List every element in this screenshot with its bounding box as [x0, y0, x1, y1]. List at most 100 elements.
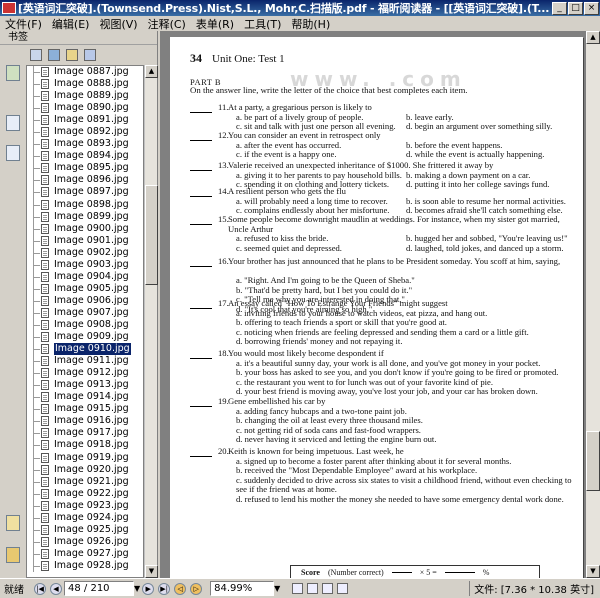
instructions: On the answer line, write the letter of … — [190, 85, 468, 95]
forward-icon[interactable]: ▷ — [190, 582, 203, 595]
scroll-down-arrow-icon[interactable]: ▼ — [145, 565, 158, 578]
question: 18. You would most likely become desponde… — [190, 348, 575, 396]
pages-tab-icon[interactable] — [6, 115, 20, 131]
scroll-up-arrow-icon[interactable]: ▲ — [145, 65, 158, 78]
bookmark-item[interactable]: Image 0923.jpg — [27, 499, 143, 512]
doc-scroll-down-icon[interactable]: ▼ — [586, 565, 600, 578]
bookmark-item[interactable]: Image 0904.jpg — [27, 270, 143, 283]
bookmark-label: Image 0926.jpg — [54, 535, 129, 547]
bookmark-item[interactable]: Image 0922.jpg — [27, 487, 143, 500]
bookmark-item[interactable]: Image 0897.jpg — [27, 186, 143, 199]
bookmark-item[interactable]: Image 0909.jpg — [27, 331, 143, 344]
bookmark-item[interactable]: Image 0913.jpg — [27, 379, 143, 392]
bookmark-label: Image 0909.jpg — [54, 331, 129, 343]
menu-item[interactable]: 编辑(E) — [47, 16, 95, 32]
expand-icon[interactable] — [30, 49, 42, 61]
bookmark-item[interactable]: Image 0925.jpg — [27, 523, 143, 536]
continuous-facing-icon[interactable] — [337, 583, 349, 594]
bookmark-item[interactable]: Image 0890.jpg — [27, 102, 143, 115]
first-page-icon[interactable]: |◀ — [34, 582, 46, 595]
single-page-icon[interactable] — [292, 583, 304, 594]
properties-icon[interactable] — [84, 49, 96, 61]
page-icon — [41, 127, 49, 138]
bookmark-item[interactable]: Image 0928.jpg — [27, 559, 143, 572]
close-button[interactable]: × — [584, 1, 599, 15]
doc-scroll-up-icon[interactable]: ▲ — [586, 31, 600, 44]
maximize-button[interactable]: □ — [568, 1, 583, 15]
menu-item[interactable]: 帮助(H) — [286, 16, 335, 32]
layers-tab-icon[interactable] — [6, 145, 20, 161]
bookmark-item[interactable]: Image 0905.jpg — [27, 282, 143, 295]
next-page-icon[interactable]: ▶ — [142, 582, 155, 595]
bookmark-item[interactable]: Image 0921.jpg — [27, 475, 143, 488]
new-bookmark-icon[interactable] — [66, 49, 78, 61]
bookmark-item[interactable]: Image 0919.jpg — [27, 451, 143, 464]
bookmark-item[interactable]: Image 0893.jpg — [27, 138, 143, 151]
bookmark-item[interactable]: Image 0916.jpg — [27, 415, 143, 428]
bookmark-item[interactable]: Image 0889.jpg — [27, 90, 143, 103]
bookmark-item[interactable]: Image 0888.jpg — [27, 78, 143, 91]
bookmark-item[interactable]: Image 0908.jpg — [27, 318, 143, 332]
last-page-icon[interactable]: ▶| — [158, 582, 171, 595]
bookmark-item[interactable]: Image 0899.jpg — [27, 210, 143, 223]
bookmark-item[interactable]: Image 0915.jpg — [27, 403, 143, 416]
page-number-field[interactable]: 48 / 210 — [64, 581, 134, 596]
facing-icon[interactable] — [322, 583, 334, 594]
answer-line — [190, 307, 212, 309]
bookmark-item[interactable]: Image 0896.jpg — [27, 174, 143, 187]
bookmark-item[interactable]: Image 0927.jpg — [27, 547, 143, 560]
bookmark-scrollbar[interactable]: ▲ ▼ — [144, 65, 158, 578]
minimize-button[interactable]: _ — [552, 1, 567, 15]
document-scrollbar[interactable]: ▲ ▼ — [586, 31, 600, 578]
bookmark-item[interactable]: Image 0902.jpg — [27, 246, 143, 259]
menu-item[interactable]: 注释(C) — [143, 16, 191, 32]
bookmark-item[interactable]: Image 0895.jpg — [27, 162, 143, 175]
page-dropdown-icon[interactable]: ▼ — [134, 584, 140, 593]
menu-item[interactable]: 视图(V) — [94, 16, 142, 32]
comments-tab-icon[interactable] — [6, 515, 20, 531]
prev-page-icon[interactable]: ◀ — [50, 582, 62, 595]
percent-blank — [444, 571, 475, 573]
bookmark-item[interactable]: Image 0920.jpg — [27, 463, 143, 476]
bookmark-item[interactable]: Image 0891.jpg — [27, 114, 143, 127]
bookmark-item[interactable]: Image 0907.jpg — [27, 306, 143, 319]
bookmark-item[interactable]: Image 0900.jpg — [27, 222, 143, 235]
scroll-thumb[interactable] — [145, 185, 158, 285]
bookmark-item[interactable]: Image 0898.jpg — [27, 198, 143, 211]
menu-item[interactable]: 表单(R) — [191, 16, 239, 32]
bookmark-item[interactable]: Image 0887.jpg — [27, 66, 143, 79]
bookmark-item[interactable]: Image 0906.jpg — [27, 294, 143, 307]
page-icon — [41, 79, 49, 90]
bookmark-item[interactable]: Image 0918.jpg — [27, 439, 143, 452]
continuous-icon[interactable] — [307, 583, 319, 594]
bookmark-item[interactable]: Image 0926.jpg — [27, 535, 143, 548]
back-icon[interactable]: ◁ — [174, 582, 187, 595]
page-icon — [41, 452, 49, 463]
question: 15. Some people become downright maudlin … — [190, 214, 575, 252]
bookmark-item[interactable]: Image 0911.jpg — [27, 355, 143, 368]
bookmark-label: Image 0908.jpg — [54, 319, 129, 330]
zoom-field[interactable]: 84.99% — [210, 581, 275, 596]
bookmark-tab-icon[interactable] — [6, 65, 20, 81]
doc-scroll-thumb[interactable] — [586, 431, 600, 491]
page-icon — [41, 163, 49, 174]
delete-icon[interactable] — [48, 49, 60, 61]
bookmark-item[interactable]: Image 0892.jpg — [27, 126, 143, 139]
page-icon — [41, 247, 49, 258]
bookmark-item[interactable]: Image 0910.jpg — [27, 343, 143, 356]
attachments-tab-icon[interactable] — [6, 547, 20, 563]
bookmark-item[interactable]: Image 0924.jpg — [27, 511, 143, 524]
menu-item[interactable]: 工具(T) — [239, 16, 286, 32]
bookmark-item[interactable]: Image 0894.jpg — [27, 150, 143, 163]
zoom-dropdown-icon[interactable]: ▼ — [274, 584, 280, 593]
bookmark-item[interactable]: Image 0912.jpg — [27, 367, 143, 380]
bookmark-item[interactable]: Image 0901.jpg — [27, 234, 143, 247]
bookmark-item[interactable]: Image 0914.jpg — [27, 391, 143, 404]
document-view[interactable]: 34 Unit One: Test 1 www. .com PART B On t… — [160, 31, 600, 578]
bookmark-item[interactable]: Image 0903.jpg — [27, 258, 143, 271]
bookmark-item[interactable]: Image 0917.jpg — [27, 427, 143, 440]
page-icon — [41, 548, 49, 559]
menu-item[interactable]: 文件(F) — [0, 16, 47, 32]
bookmark-tree[interactable]: Image 0887.jpg Image 0888.jpg Image 0889.j… — [26, 65, 144, 578]
answer-line — [190, 111, 212, 113]
